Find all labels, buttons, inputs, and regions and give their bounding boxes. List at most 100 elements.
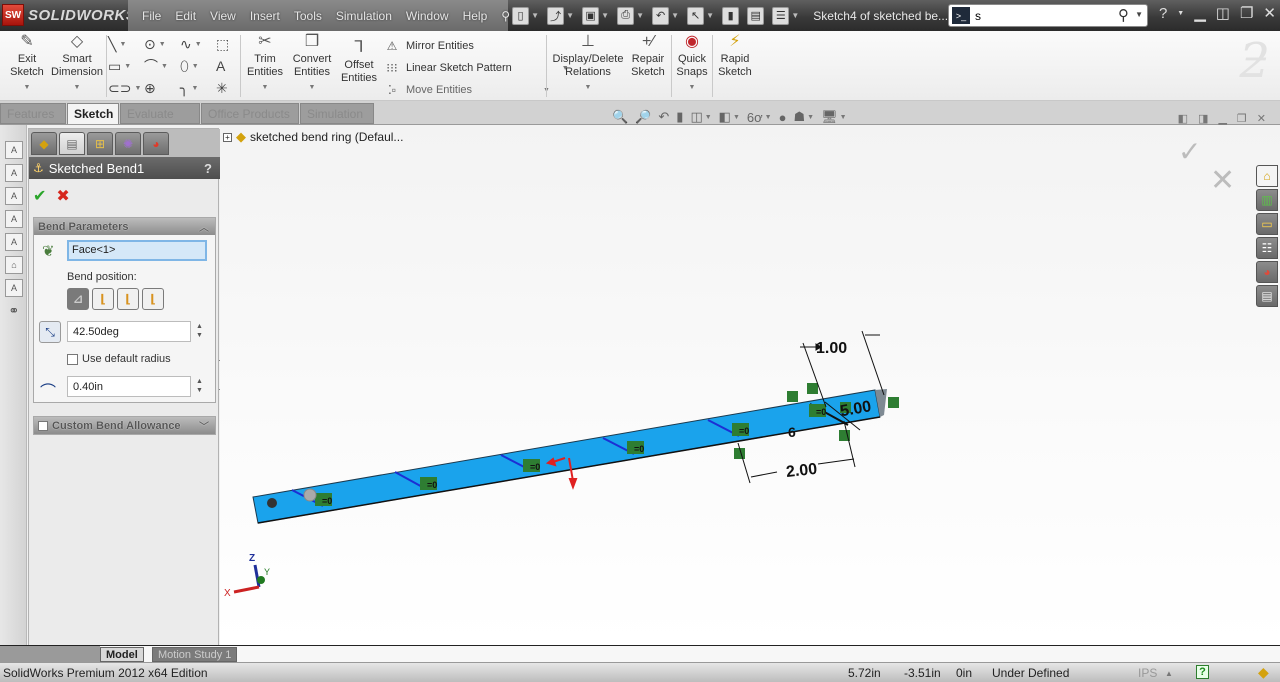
property-manager-tab-icon[interactable]: ▤ [59,132,85,155]
bend-radius-spinner[interactable]: ▲ ▼ [196,377,206,395]
point-tool[interactable]: ✳ [216,80,236,97]
help-status-icon[interactable]: ? [1196,665,1209,679]
dimension-2-00[interactable]: 2.00 [785,461,818,481]
display-style-dropdown-icon[interactable]: ▼ [733,114,740,121]
hide-show-dropdown-icon[interactable]: ▼ [765,114,772,121]
hide-show-items-icon[interactable]: 6ơ [747,110,763,125]
viewport-close-icon[interactable]: ✕ [1257,112,1266,125]
scene-dropdown-icon[interactable]: ▼ [807,114,814,121]
bend-centerline-button[interactable]: ⊿ [67,288,89,310]
confirmation-corner-cancel-icon[interactable]: ✕ [1210,163,1235,198]
linear-sketch-pattern-button[interactable]: ⁝⁝⁝ Linear Sketch Pattern ▼ [384,57,568,79]
relation-badge[interactable] [787,391,798,402]
menu-insert[interactable]: Insert [250,9,280,23]
relation-badge[interactable] [807,383,818,394]
display-manager-tab-icon[interactable]: ◕ [143,132,169,155]
convert-entities-button[interactable]: ❒ Convert Entities ▼ [290,34,334,94]
material-inside-button[interactable]: ⌊ [92,288,114,310]
surface-finish-icon[interactable]: A [5,210,23,228]
bend-angle-input[interactable]: 42.50deg [67,321,191,342]
print-icon[interactable]: ⎙ [617,6,635,25]
line-dropdown-icon[interactable]: ▼ [119,41,126,48]
smart-dimension-button[interactable]: ◇ Smart Dimension ▼ [50,34,104,94]
save-icon[interactable]: ▣ [582,6,600,25]
tab-simulation[interactable]: Simulation [300,103,374,124]
feature-tree-root[interactable]: + ◆ sketched bend ring (Defaul... [223,129,403,145]
weld-symbol-icon[interactable]: A [5,233,23,251]
relations-dropdown-icon[interactable]: ▼ [552,81,624,94]
new-document-icon[interactable]: ▯ [512,6,530,25]
menu-simulation[interactable]: Simulation [336,9,392,23]
select-dropdown-icon[interactable]: ▼ [706,11,714,20]
polygon-tool[interactable]: ⊕ [144,80,180,97]
solidworks-resources-icon[interactable]: ⌂ [1256,165,1278,187]
appearances-scenes-icon[interactable]: ◕ [1256,261,1278,283]
tag-icon[interactable]: ◆ [1258,664,1269,681]
ellipse-tool[interactable]: ⬯ ▼ [180,58,216,75]
cancel-x-button[interactable]: ✖ [56,186,69,206]
material-outside-button[interactable]: ⌊ [117,288,139,310]
line-tool[interactable]: ╲ ▼ [108,36,144,53]
view-settings-icon[interactable]: 🖥 [821,109,838,125]
solidworks-logo[interactable]: SW SOLIDWORKS [2,4,136,26]
search-input[interactable] [975,8,1115,23]
quick-snaps-dropdown-icon[interactable]: ▼ [675,81,709,94]
view-palette-icon[interactable]: ☷ [1256,237,1278,259]
tab-office-products[interactable]: Office Products [201,103,299,124]
save-dropdown-icon[interactable]: ▼ [601,11,609,20]
file-properties-icon[interactable]: ▤ [747,6,765,25]
use-default-radius-checkbox[interactable] [67,354,78,365]
apply-scene-icon[interactable]: ☗ [793,109,805,125]
menu-window[interactable]: Window [406,9,449,23]
spline-dropdown-icon[interactable]: ▼ [195,41,202,48]
unit-system[interactable]: IPS [1138,666,1157,680]
note-icon[interactable]: A [5,141,23,159]
rebuild-icon[interactable]: ▮ [722,6,740,25]
menu-view[interactable]: View [210,9,236,23]
dimxpert-manager-tab-icon[interactable]: ✺ [115,132,141,155]
open-dropdown-icon[interactable]: ▼ [566,11,574,20]
display-delete-relations-button[interactable]: ⊥ Display/Delete Relations ▼ [552,34,624,94]
minimize-icon[interactable]: ▁ [1194,4,1206,22]
trim-dropdown-icon[interactable]: ▼ [244,81,286,94]
spline-tool[interactable]: ∿ ▼ [180,36,216,53]
view-orientation-icon[interactable]: ◫ [690,109,702,125]
quick-snaps-button[interactable]: ◉ Quick Snaps ▼ [675,34,709,94]
select-icon[interactable]: ↖ [687,6,705,25]
help-button[interactable]: ? [204,161,212,176]
move-entities-button[interactable]: ⁚▫Move Entities▼ [384,79,569,101]
design-library-icon[interactable]: ▥ [1256,189,1278,211]
units-dropdown-icon[interactable]: ▲ [1165,669,1173,678]
options-dropdown-icon[interactable]: ▼ [791,11,799,20]
rectangle-dropdown-icon[interactable]: ▼ [124,63,131,70]
bend-outside-button[interactable]: ⌊ [142,288,164,310]
trim-entities-button[interactable]: ✂ Trim Entities ▼ [244,34,286,94]
relation-badge[interactable] [888,397,899,408]
tile-icon[interactable]: ◫ [1216,4,1230,22]
edit-appearance-icon[interactable]: ● [779,110,787,125]
hole-callout-icon[interactable]: ⌂ [5,256,23,274]
split-left-icon[interactable]: ◧ [1178,112,1188,125]
slot-dropdown-icon[interactable]: ▼ [134,85,141,92]
part-strip-face[interactable] [252,389,881,524]
circle-tool[interactable]: ⊙ ▼ [144,36,180,53]
dimension-1-00[interactable]: 1.00 [816,340,847,357]
bend-parameters-header[interactable]: Bend Parameters ︿ [34,218,215,235]
collapse-chevron-icon[interactable]: ︿ [199,219,209,234]
previous-view-icon[interactable]: ↶ [658,109,669,125]
convert-dropdown-icon[interactable]: ▼ [290,81,334,94]
auto-balloon-icon[interactable]: A [5,187,23,205]
help-dropdown-icon[interactable]: ▼ [1177,10,1184,17]
text-tool[interactable]: A [216,58,236,74]
undo-dropdown-icon[interactable]: ▼ [671,11,679,20]
file-explorer-icon[interactable]: ▭ [1256,213,1278,235]
tab-evaluate[interactable]: Evaluate [120,103,200,124]
tab-model[interactable]: Model [100,647,144,662]
repair-sketch-button[interactable]: +⁄ Repair Sketch [630,34,666,79]
link-icon[interactable]: ⚭ [5,302,23,320]
bend-angle-spinner[interactable]: ▲ ▼ [196,322,206,340]
fixed-face-selection-box[interactable]: Face<1> [67,240,207,261]
arc-tool[interactable]: ⌒ ▼ [144,56,180,76]
fillet-tool[interactable]: ╮ ▼ [180,80,216,97]
close-icon[interactable]: ✕ [1263,4,1276,22]
